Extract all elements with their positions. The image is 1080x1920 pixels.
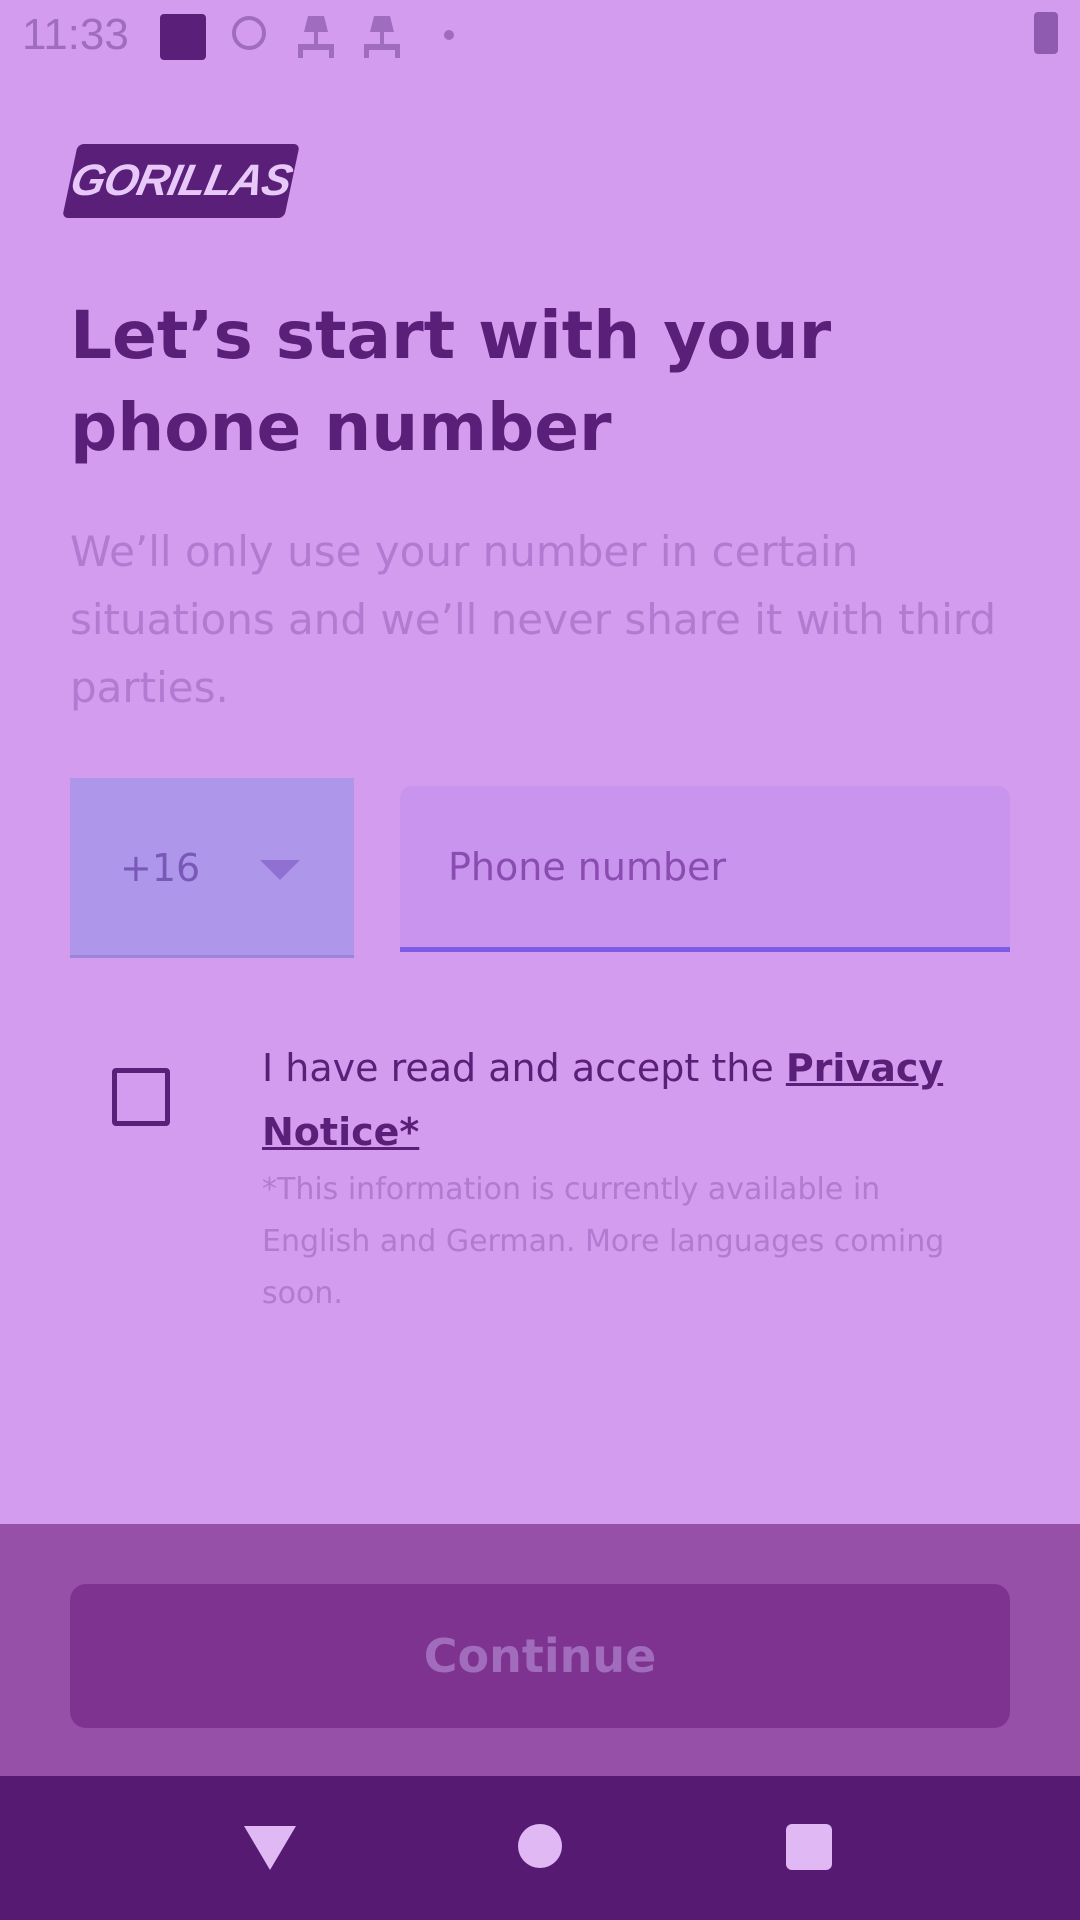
page-title: Let’s start with your phone number [70,297,832,466]
back-icon[interactable] [244,1826,296,1870]
continue-button[interactable]: Continue [70,1584,1010,1728]
media-square-icon [160,14,206,60]
consent-prefix: I have read and accept the [262,1046,786,1090]
gorillas-logo: GORILLAS [62,144,300,218]
phone-number-field[interactable] [400,786,1010,952]
chevron-down-icon [260,860,300,880]
status-bar: 11:33 [0,0,1080,70]
privacy-checkbox[interactable] [112,1068,170,1126]
recents-icon[interactable] [786,1824,832,1870]
consent-text: I have read and accept the Privacy Notic… [262,1036,1022,1164]
page-subtitle: We’ll only use your number in certain si… [70,527,997,712]
home-icon[interactable] [518,1824,562,1868]
phone-number-input[interactable] [400,786,1010,947]
status-time: 11:33 [22,10,129,59]
lamp-icon [362,14,402,62]
consent-note: *This information is currently available… [262,1172,945,1311]
system-navigation-bar [0,1776,1080,1920]
country-code-dropdown[interactable]: +168 [70,778,354,958]
lamp-icon [296,14,336,62]
country-code-value: +168 [120,846,200,890]
bottom-action-panel: Continue [0,1524,1080,1776]
logo-text: GORILLAS [66,156,296,205]
dot-icon [444,30,454,40]
battery-charging-icon [1034,12,1058,54]
timer-icon [232,16,266,50]
